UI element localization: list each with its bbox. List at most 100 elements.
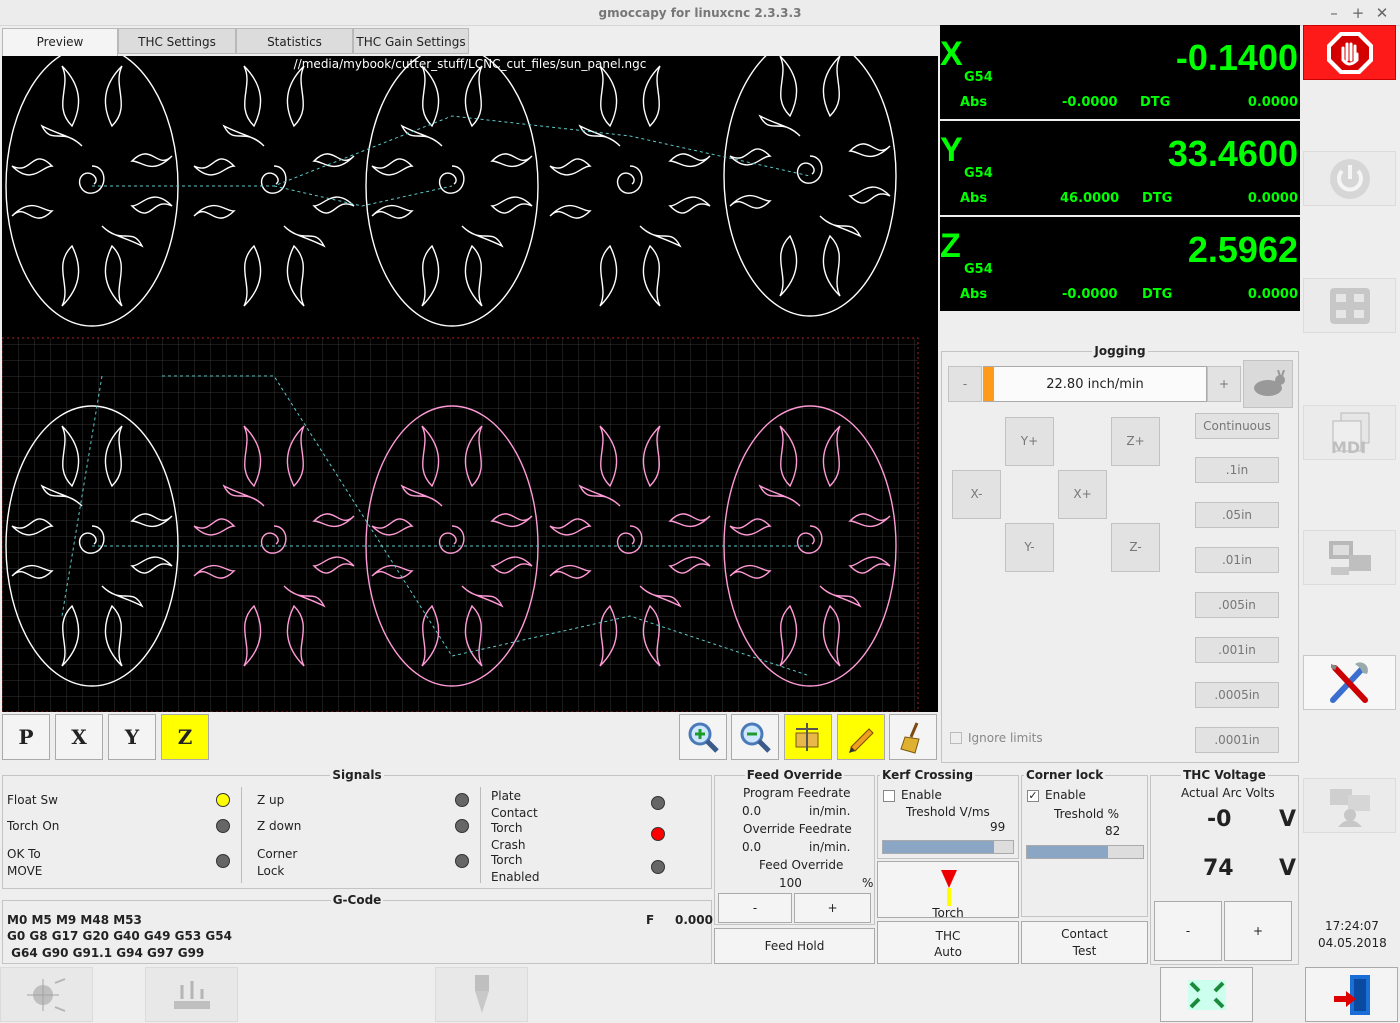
dro-y-coord: G54 [964, 166, 993, 181]
reference-all-button[interactable] [1303, 278, 1396, 333]
thc-voltage-minus-button[interactable]: - [1154, 901, 1222, 961]
increment-0.05in[interactable]: .05in [1195, 502, 1279, 528]
machine-power-button[interactable] [1303, 151, 1396, 206]
zoom-in-button[interactable] [679, 714, 727, 760]
auto-mode-icon [1328, 540, 1371, 575]
dro-z: Z G54 2.5962 Abs -0.0000 DTG 0.0000 [940, 217, 1300, 311]
corner-lock-title: Corner lock [1024, 768, 1106, 782]
zoom-out-icon [740, 722, 771, 753]
tab-thc-settings[interactable]: THC Settings [118, 28, 236, 54]
jog-x-minus-button[interactable]: X- [952, 470, 1001, 519]
dro-z-abs: -0.0000 [1062, 287, 1118, 302]
minimize-button[interactable]: – [1324, 4, 1344, 22]
increment-0.005in[interactable]: .005in [1195, 592, 1279, 618]
thc-auto-button[interactable]: THC Auto [877, 921, 1019, 964]
dro-x-value: -0.1400 [1175, 37, 1298, 78]
ignore-limits-checkbox[interactable] [950, 732, 962, 744]
estop-button[interactable] [1303, 25, 1396, 80]
dro-y-dtg: 0.0000 [1247, 191, 1298, 206]
contact-test-button[interactable]: Contact Test [1021, 921, 1148, 964]
user-tabs-button[interactable] [1303, 778, 1396, 833]
kerf-enable-label: Enable [901, 788, 942, 802]
signal-z-down-led [455, 819, 469, 833]
torch-icon [941, 870, 957, 906]
corner-enable-checkbox[interactable]: ✓ [1027, 790, 1039, 802]
feed-override-minus-button[interactable]: - [718, 893, 792, 923]
jog-z-plus-button[interactable]: Z+ [1111, 417, 1160, 466]
gcode-preview-canvas[interactable]: //media/mybook/cutter_stuff/LCNC_cut_fil… [2, 56, 938, 712]
target-volts-value: 74 [1203, 856, 1234, 881]
increment-0.01in[interactable]: .01in [1195, 547, 1279, 573]
kerf-enable-checkbox[interactable] [883, 790, 895, 802]
auto-mode-button[interactable] [1303, 530, 1396, 585]
increment-continuous[interactable]: Continuous [1195, 413, 1279, 439]
jog-speed-slider[interactable]: 22.80 inch/min [983, 366, 1207, 402]
tab-statistics[interactable]: Statistics [236, 28, 353, 54]
tab-thc-gain-settings[interactable]: THC Gain Settings [353, 28, 469, 54]
thc-voltage-plus-button[interactable]: + [1224, 901, 1292, 961]
view-perspective-button[interactable]: P [2, 714, 50, 760]
jog-speed-plus-button[interactable]: + [1207, 366, 1241, 402]
exit-button[interactable] [1305, 967, 1398, 1022]
override-feedrate-value: 0.0 [742, 840, 762, 854]
dro-y: Y G54 33.4600 Abs 46.0000 DTG 0.0000 [940, 121, 1300, 215]
tab-preview[interactable]: Preview [2, 28, 118, 56]
gcode-active-mcodes: M0 M5 M9 M48 M53 [7, 913, 142, 927]
signal-ok-to-move-label: OK To MOVE [7, 847, 43, 878]
user-tabs-icon [1329, 788, 1370, 827]
gcode-feed-label: F [646, 913, 655, 927]
maximize-button[interactable]: + [1348, 4, 1368, 22]
clear-plot-button[interactable] [889, 714, 937, 760]
jog-x-plus-button[interactable]: X+ [1058, 470, 1107, 519]
corner-threshold-slider-fill [1027, 846, 1109, 858]
program-feedrate-unit: in/min. [809, 804, 851, 818]
bottom-button-3[interactable] [435, 967, 528, 1022]
dro-x-axis: X [940, 35, 963, 73]
signal-plate-contact-led [651, 796, 665, 810]
signals-divider-2 [480, 787, 481, 883]
show-dimensions-button[interactable] [784, 714, 832, 760]
signal-torch-on-led [216, 819, 230, 833]
jog-y-plus-button[interactable]: Y+ [1005, 417, 1054, 466]
increment-0.0001in[interactable]: .0001in [1195, 727, 1279, 753]
dro-x-abs: -0.0000 [1062, 95, 1118, 110]
close-button[interactable]: ✕ [1372, 4, 1392, 22]
jog-turtle-button[interactable] [1243, 360, 1293, 408]
zoom-out-button[interactable] [731, 714, 779, 760]
signal-torch-on-label: Torch On [7, 819, 60, 833]
tool-measure-icon [173, 980, 210, 1009]
increment-0.001in[interactable]: .001in [1195, 637, 1279, 663]
settings-tools-icon [1329, 661, 1368, 703]
jog-speed-minus-button[interactable]: - [948, 366, 982, 402]
bottom-button-2[interactable] [145, 967, 238, 1022]
clock-date: 04.05.2018 [1318, 936, 1387, 950]
bottom-button-1[interactable] [0, 967, 93, 1022]
mdi-mode-button[interactable]: MDI [1303, 405, 1396, 460]
override-feedrate-label: Override Feedrate [743, 822, 852, 836]
view-z-button[interactable]: Z [161, 714, 209, 760]
dro-z-coord: G54 [964, 262, 993, 277]
feed-override-plus-button[interactable]: + [794, 893, 871, 923]
torch-enable-button[interactable]: Torch Enable [877, 861, 1019, 935]
signals-frame: Signals [2, 768, 712, 889]
increment-0.1in[interactable]: .1in [1195, 457, 1279, 483]
settings-button[interactable] [1303, 655, 1396, 710]
corner-threshold-slider[interactable] [1026, 845, 1144, 859]
fullscreen-button[interactable] [1160, 967, 1253, 1022]
feed-hold-button[interactable]: Feed Hold [714, 928, 875, 964]
clock-time: 17:24:07 [1325, 919, 1379, 933]
title-bar: gmoccapy for linuxcnc 2.3.3.3 – + ✕ [0, 0, 1400, 26]
touch-off-icon [26, 977, 65, 1012]
jog-y-minus-button[interactable]: Y- [1005, 523, 1054, 572]
view-x-button[interactable]: X [55, 714, 103, 760]
jog-z-minus-button[interactable]: Z- [1111, 523, 1160, 572]
actual-arc-volts-unit: V [1279, 807, 1297, 832]
gcode-active-gcodes-1: G0 G8 G17 G20 G40 G49 G53 G54 [7, 929, 232, 943]
feed-override-label: Feed Override [759, 858, 844, 872]
dro-y-axis: Y [940, 131, 963, 169]
view-y-button[interactable]: Y [108, 714, 156, 760]
kerf-threshold-slider[interactable] [882, 840, 1014, 854]
actual-arc-volts-value: -0 [1207, 807, 1232, 832]
increment-0.0005in[interactable]: .0005in [1195, 682, 1279, 708]
show-path-button[interactable] [837, 714, 885, 760]
